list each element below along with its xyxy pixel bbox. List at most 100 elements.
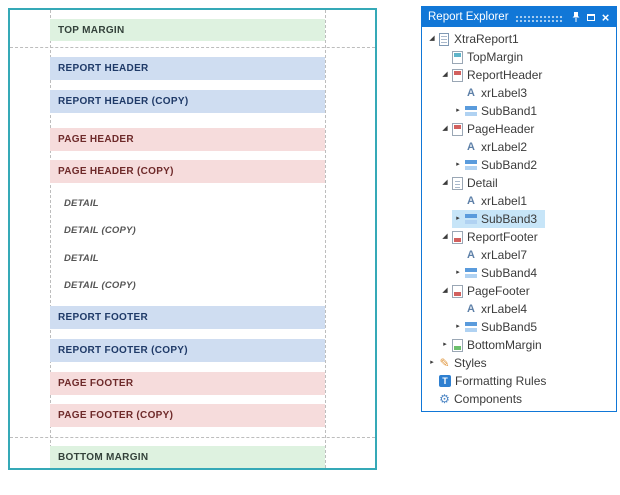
report-explorer-tree: ◢ XtraReport1 TopMargin ◢ ReportHeader A	[422, 27, 616, 411]
tree-node-formatting-rules[interactable]: T Formatting Rules	[422, 372, 616, 390]
band-page-footer-copy[interactable]: PAGE FOOTER (COPY)	[50, 404, 325, 427]
tree-node-xrlabel3[interactable]: A xrLabel3	[422, 84, 616, 102]
tree-node-label: TopMargin	[467, 50, 524, 64]
maximize-icon[interactable]	[583, 10, 598, 25]
band-detail-copy-2[interactable]: DETAIL (COPY)	[50, 278, 325, 292]
band-top-margin[interactable]: TOP MARGIN	[50, 19, 325, 41]
top-margin-icon	[452, 50, 463, 64]
expand-arrow[interactable]: ▸	[452, 213, 464, 225]
tree-node-subband2[interactable]: ▸ SubBand2	[422, 156, 616, 174]
band-report-footer-copy[interactable]: REPORT FOOTER (COPY)	[50, 339, 325, 362]
label-control-icon: A	[467, 194, 475, 207]
tree-node-subband3[interactable]: ▸ SubBand3	[422, 210, 616, 228]
components-gear-icon: ⚙	[439, 392, 450, 406]
sub-band-icon	[465, 321, 477, 333]
close-icon[interactable]: ×	[598, 10, 613, 25]
sub-band-icon	[465, 105, 477, 117]
report-header-band-icon	[452, 68, 463, 82]
tree-node-xrlabel1[interactable]: A xrLabel1	[422, 192, 616, 210]
tree-node-reportheader[interactable]: ◢ ReportHeader	[422, 66, 616, 84]
bottom-margin-guide	[10, 437, 375, 438]
tree-node-label: xrLabel2	[481, 140, 528, 154]
tree-node-label: ReportHeader	[467, 68, 543, 82]
tree-node-label: Components	[454, 392, 523, 406]
tree-node-detail[interactable]: ◢ Detail	[422, 174, 616, 192]
tree-node-label: PageHeader	[467, 122, 535, 136]
tree-node-label: SubBand1	[481, 104, 538, 118]
tree-node-label: xrLabel1	[481, 194, 528, 208]
expand-arrow[interactable]: ◢	[439, 123, 451, 135]
tree-node-xrlabel4[interactable]: A xrLabel4	[422, 300, 616, 318]
tree-node-label: Detail	[467, 176, 498, 190]
expand-arrow[interactable]: ◢	[439, 177, 451, 189]
tree-node-label: SubBand2	[481, 158, 538, 172]
expand-arrow[interactable]: ◢	[426, 33, 438, 45]
report-footer-band-icon	[452, 230, 463, 244]
label-control-icon: A	[467, 140, 475, 153]
expand-arrow[interactable]: ◢	[439, 285, 451, 297]
tree-node-label: xrLabel4	[481, 302, 528, 316]
sub-band-icon	[465, 159, 477, 171]
tree-node-label: xrLabel7	[481, 248, 528, 262]
report-explorer-titlebar[interactable]: Report Explorer ×	[422, 7, 616, 27]
drag-grip[interactable]	[514, 14, 564, 22]
bottom-margin-icon	[452, 338, 463, 352]
tree-node-reportfooter[interactable]: ◢ ReportFooter	[422, 228, 616, 246]
band-page-header-copy[interactable]: PAGE HEADER (COPY)	[50, 160, 325, 183]
band-report-header-copy[interactable]: REPORT HEADER (COPY)	[50, 90, 325, 113]
expand-arrow[interactable]: ▸	[452, 321, 464, 333]
expand-arrow[interactable]: ◢	[439, 69, 451, 81]
tree-node-label: SubBand4	[481, 266, 538, 280]
tree-node-components[interactable]: ⚙ Components	[422, 390, 616, 408]
label-control-icon: A	[467, 302, 475, 315]
tree-node-label: SubBand3	[481, 212, 538, 226]
sub-band-icon	[465, 267, 477, 279]
tree-node-label: Formatting Rules	[455, 374, 547, 388]
tree-node-label: XtraReport1	[454, 32, 519, 46]
band-detail-copy[interactable]: DETAIL (COPY)	[50, 223, 325, 237]
sub-band-icon	[465, 213, 477, 225]
tree-node-subband4[interactable]: ▸ SubBand4	[422, 264, 616, 282]
band-detail-2[interactable]: DETAIL	[50, 251, 325, 265]
tree-node-pagefooter[interactable]: ◢ PageFooter	[422, 282, 616, 300]
tree-node-label: Styles	[454, 356, 487, 370]
band-page-footer[interactable]: PAGE FOOTER	[50, 372, 325, 395]
page-header-band-icon	[452, 122, 463, 136]
report-explorer-panel: Report Explorer × ◢ XtraReport1 TopMargi…	[421, 6, 617, 412]
expand-arrow[interactable]: ▸	[439, 339, 451, 351]
band-page-header[interactable]: PAGE HEADER	[50, 128, 325, 151]
tree-node-subband5[interactable]: ▸ SubBand5	[422, 318, 616, 336]
band-detail[interactable]: DETAIL	[50, 196, 325, 210]
formatting-rules-icon: T	[439, 375, 451, 387]
label-control-icon: A	[467, 86, 475, 99]
expand-arrow[interactable]: ▸	[452, 105, 464, 117]
band-report-header[interactable]: REPORT HEADER	[50, 57, 325, 80]
band-report-footer[interactable]: REPORT FOOTER	[50, 306, 325, 329]
detail-band-icon	[452, 176, 463, 190]
panel-title: Report Explorer	[428, 11, 509, 23]
band-bottom-margin[interactable]: BOTTOM MARGIN	[50, 446, 325, 468]
tree-node-xrlabel7[interactable]: A xrLabel7	[422, 246, 616, 264]
pin-icon[interactable]	[568, 10, 583, 25]
tree-node-bottommargin[interactable]: ▸ BottomMargin	[422, 336, 616, 354]
expand-arrow[interactable]: ◢	[439, 231, 451, 243]
tree-node-xtrareport1[interactable]: ◢ XtraReport1	[422, 30, 616, 48]
page-footer-band-icon	[452, 284, 463, 298]
tree-node-styles[interactable]: ▸ ✎ Styles	[422, 354, 616, 372]
tree-node-label: xrLabel3	[481, 86, 528, 100]
tree-node-label: PageFooter	[467, 284, 530, 298]
label-control-icon: A	[467, 248, 475, 261]
tree-node-topmargin[interactable]: TopMargin	[422, 48, 616, 66]
report-design-surface[interactable]: TOP MARGIN REPORT HEADER REPORT HEADER (…	[8, 8, 377, 470]
expand-arrow[interactable]: ▸	[426, 357, 438, 369]
tree-node-pageheader[interactable]: ◢ PageHeader	[422, 120, 616, 138]
tree-node-xrlabel2[interactable]: A xrLabel2	[422, 138, 616, 156]
styles-icon: ✎	[439, 356, 450, 370]
report-icon	[439, 32, 449, 46]
expand-arrow[interactable]: ▸	[452, 267, 464, 279]
expand-arrow[interactable]: ▸	[452, 159, 464, 171]
right-margin-guide	[325, 10, 326, 468]
tree-node-subband1[interactable]: ▸ SubBand1	[422, 102, 616, 120]
tree-node-label: BottomMargin	[467, 338, 542, 352]
top-margin-guide	[10, 47, 375, 48]
